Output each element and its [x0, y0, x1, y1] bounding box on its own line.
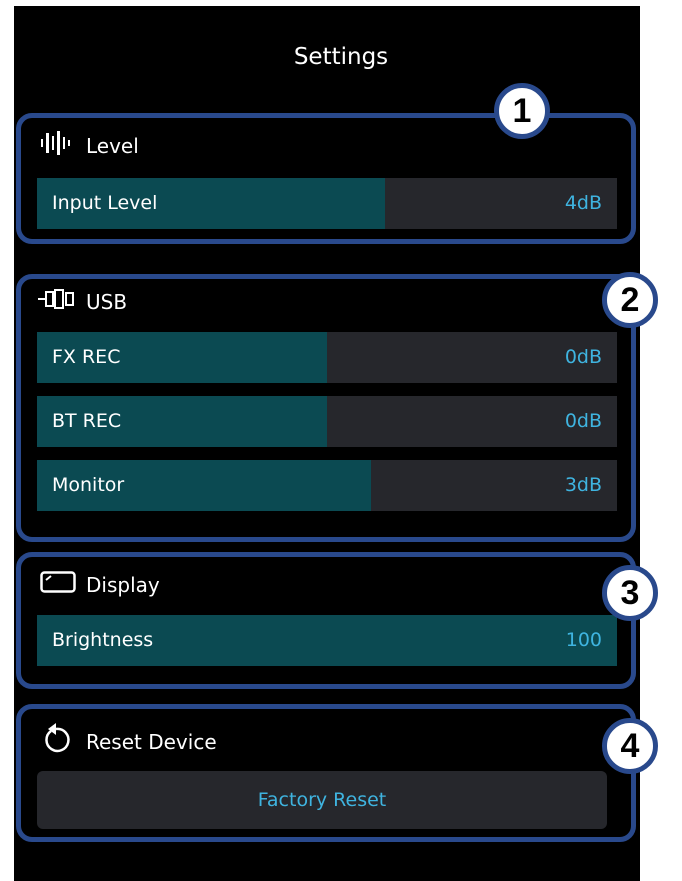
fx-rec-value: 0dB	[564, 346, 602, 368]
section-usb-header: USB	[38, 288, 127, 315]
bt-rec-label: BT REC	[52, 410, 122, 432]
monitor-value: 3dB	[564, 474, 602, 496]
fx-rec-label: FX REC	[52, 346, 121, 368]
callout-badge-3: 3	[602, 565, 658, 621]
section-display-header: Display	[40, 570, 160, 599]
monitor-slider[interactable]: Monitor 3dB	[37, 460, 617, 511]
factory-reset-button[interactable]: Factory Reset	[37, 771, 607, 829]
input-level-value: 4dB	[564, 192, 602, 214]
monitor-label: Monitor	[52, 474, 125, 496]
fx-rec-slider[interactable]: FX REC 0dB	[37, 332, 617, 383]
page-title: Settings	[293, 44, 389, 70]
reset-icon	[40, 723, 72, 760]
section-usb-title: USB	[86, 289, 128, 314]
section-reset-header: Reset Device	[40, 723, 217, 760]
input-level-slider[interactable]: Input Level 4dB	[37, 178, 617, 229]
level-meter-icon	[40, 131, 76, 160]
input-level-label: Input Level	[52, 192, 158, 214]
section-reset-title: Reset Device	[86, 729, 217, 754]
display-icon	[40, 570, 76, 599]
bt-rec-value: 0dB	[564, 410, 602, 432]
brightness-value: 100	[565, 629, 602, 651]
callout-badge-1: 1	[494, 83, 550, 139]
callout-badge-4: 4	[602, 718, 658, 774]
brightness-slider[interactable]: Brightness 100	[37, 615, 617, 666]
usb-icon	[38, 288, 76, 315]
section-level-header: Level	[40, 131, 139, 160]
callout-badge-2: 2	[602, 272, 658, 328]
brightness-label: Brightness	[52, 629, 154, 651]
bt-rec-slider[interactable]: BT REC 0dB	[37, 396, 617, 447]
section-level-title: Level	[86, 133, 139, 158]
section-display-title: Display	[86, 572, 160, 597]
